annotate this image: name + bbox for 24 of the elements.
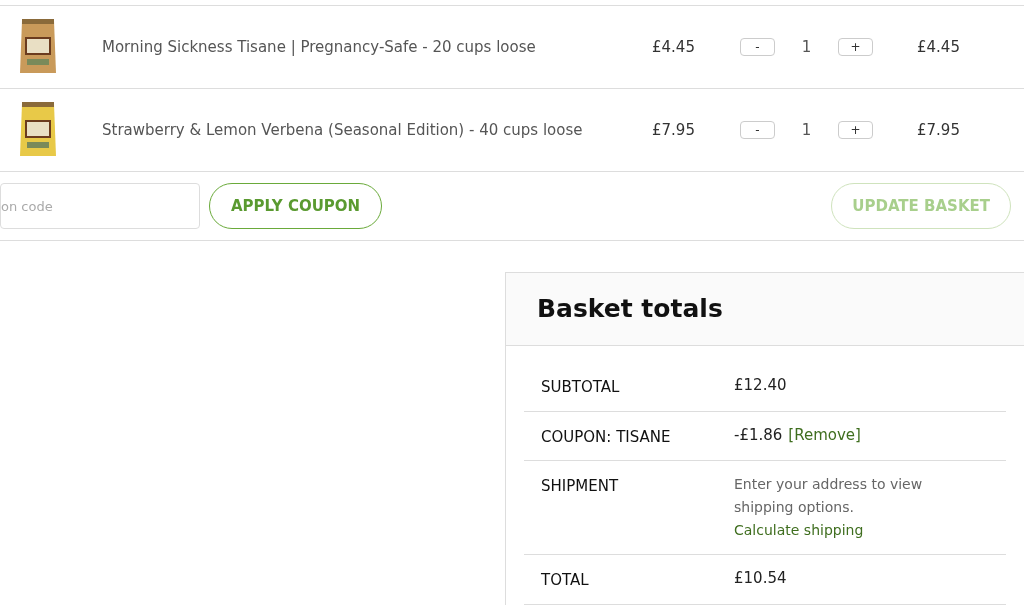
line-total: £4.45 xyxy=(917,36,960,58)
unit-price: £7.95 xyxy=(652,119,696,141)
quantity: 1 xyxy=(800,36,813,58)
remove-coupon-link[interactable]: [Remove] xyxy=(788,423,861,448)
totals-label: SUBTOTAL xyxy=(541,377,621,398)
increase-button[interactable]: + xyxy=(838,38,873,56)
totals-label: COUPON: TISANE xyxy=(541,426,672,448)
totals-value: £10.54 xyxy=(734,568,787,589)
quantity: 1 xyxy=(800,119,813,141)
calculate-shipping-link[interactable]: Calculate shipping xyxy=(734,519,974,542)
product-name[interactable]: Strawberry & Lemon Verbena (Seasonal Edition) - 40 cups loose xyxy=(102,118,652,142)
discount-amount: -£1.86 xyxy=(734,424,783,446)
coupon-code-field[interactable]: on code xyxy=(0,183,200,229)
totals-label: SHIPMENT xyxy=(541,476,620,497)
line-total: £7.95 xyxy=(917,119,960,141)
decrease-button[interactable]: - xyxy=(740,38,775,56)
shipping-note: Enter your address to view shipping options. xyxy=(734,475,924,517)
decrease-button[interactable]: - xyxy=(740,121,775,139)
increase-button[interactable]: + xyxy=(838,121,873,139)
totals-label: TOTAL xyxy=(541,570,590,591)
unit-price: £4.45 xyxy=(652,36,696,58)
totals-title: Basket totals xyxy=(537,293,723,326)
totals-value: £12.40 xyxy=(734,375,787,396)
product-name[interactable]: Morning Sickness Tisane | Pregnancy-Safe - 20 cups loose xyxy=(102,35,652,59)
